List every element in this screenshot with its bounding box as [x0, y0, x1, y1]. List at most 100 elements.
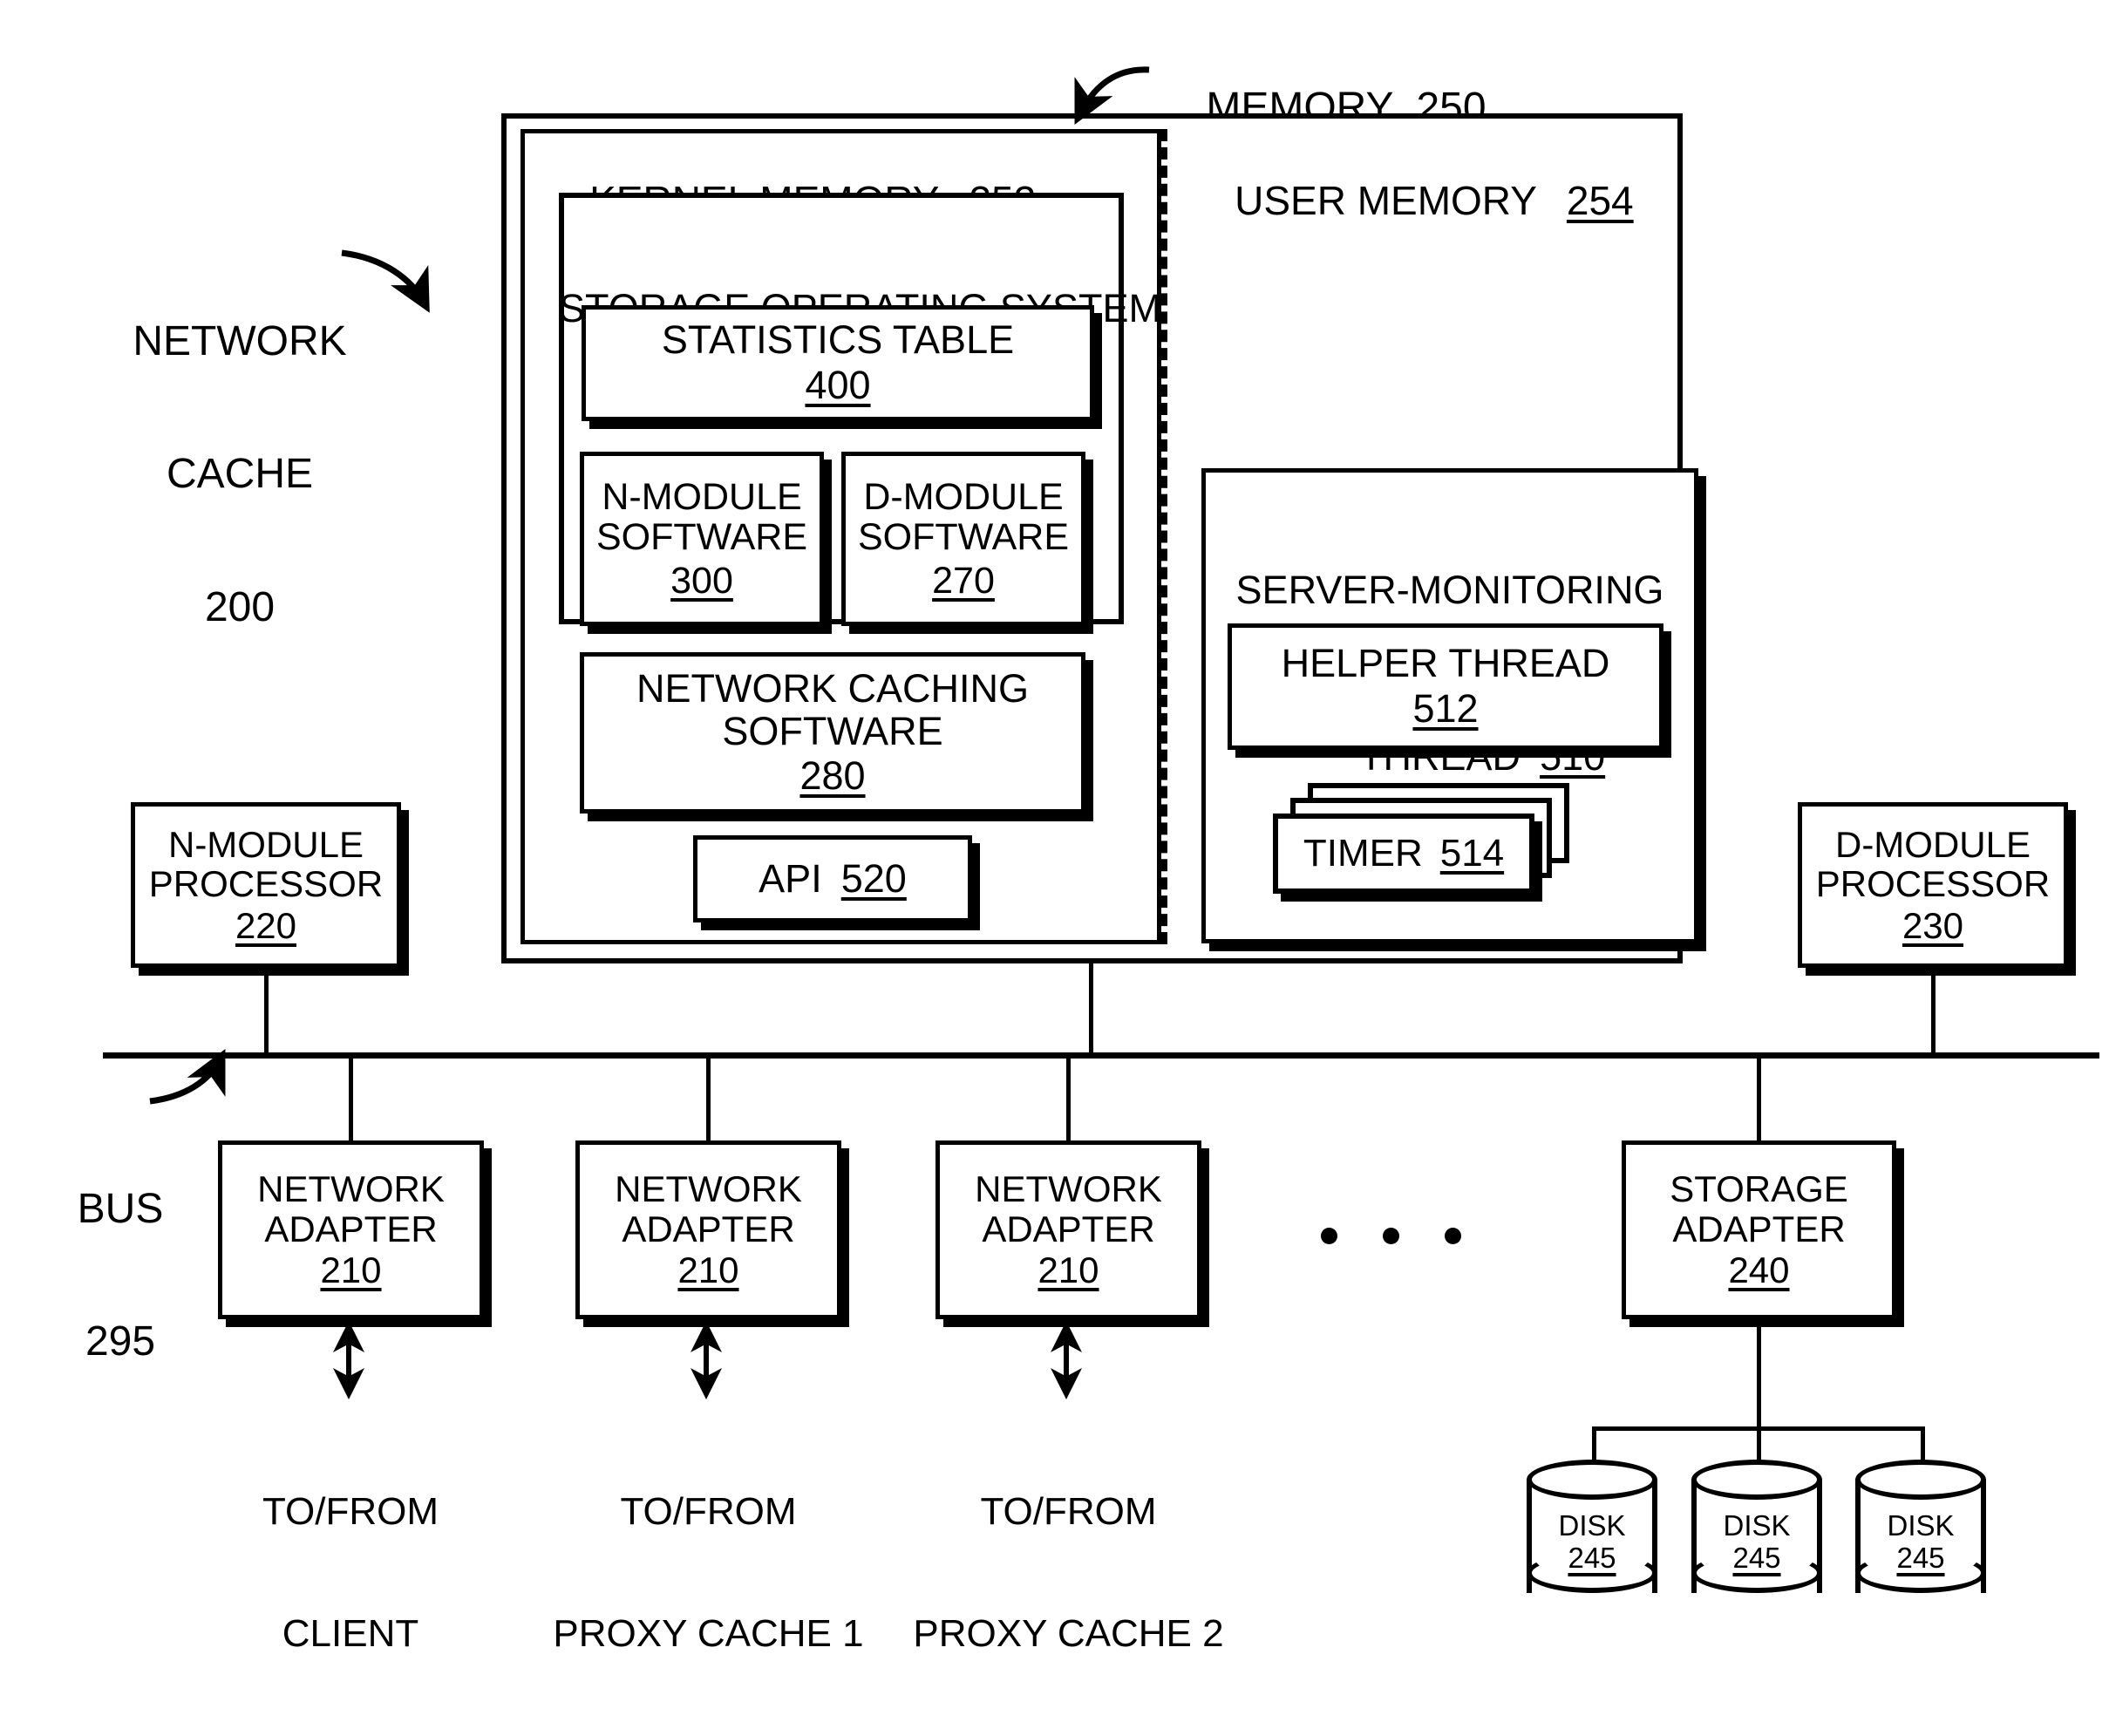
- network-adapter-3-line2: ADAPTER: [982, 1208, 1155, 1249]
- disk-3-label-group: DISK 245: [1855, 1509, 1986, 1575]
- n-module-software-box[interactable]: N-MODULE SOFTWARE 300: [580, 452, 824, 626]
- d-module-software-ref: 270: [932, 559, 995, 602]
- d-module-processor-ref: 230: [1902, 904, 1964, 946]
- sa-disk-trunk: [1757, 1319, 1761, 1428]
- endpoint-label-2: TO/FROM PROXY CACHE 1: [545, 1411, 872, 1736]
- timer-box[interactable]: TIMER 514: [1273, 814, 1534, 894]
- figure-canvas: MEMORY250 NETWORK CACHE 200 BUS 295 KERN…: [0, 0, 2109, 1654]
- network-adapter-box-1[interactable]: NETWORK ADAPTER 210: [218, 1140, 484, 1319]
- adapter-ellipsis: [1321, 1228, 1461, 1244]
- user-memory-ref: 254: [1566, 177, 1634, 223]
- n-module-software-line2: SOFTWARE: [595, 516, 808, 559]
- network-cache-callout: NETWORK CACHE 200: [96, 231, 384, 719]
- statistics-table-box[interactable]: STATISTICS TABLE 400: [582, 305, 1094, 421]
- endpoint-1-line2: CLIENT: [282, 1612, 419, 1656]
- d-module-processor-line1: D-MODULE: [1834, 823, 2031, 865]
- bus-callout-arrow: [149, 1049, 226, 1105]
- network-adapter-1-line1: NETWORK: [257, 1168, 445, 1210]
- network-adapter-2-line1: NETWORK: [615, 1168, 802, 1210]
- na3-bus-connector: [1066, 1057, 1071, 1142]
- storage-adapter-ref: 240: [1728, 1249, 1790, 1291]
- n-module-software-line1: N-MODULE: [602, 475, 802, 518]
- disk-2[interactable]: DISK 245: [1691, 1460, 1822, 1612]
- network-adapter-box-2[interactable]: NETWORK ADAPTER 210: [575, 1140, 841, 1319]
- network-caching-software-line1: NETWORK CACHING: [636, 666, 1029, 711]
- storage-adapter-line2: ADAPTER: [1672, 1208, 1846, 1249]
- endpoint-3-line2: PROXY CACHE 2: [913, 1612, 1224, 1656]
- statistics-table-ref: 400: [805, 363, 871, 407]
- bus-callout: BUS 295: [51, 1099, 190, 1453]
- n-module-processor-ref: 220: [235, 904, 297, 946]
- bus-label: BUS: [77, 1185, 164, 1232]
- endpoint-2-line1: TO/FROM: [620, 1490, 797, 1534]
- storage-adapter-bus-connector: [1757, 1057, 1761, 1142]
- disk-2-top-ellipse: [1691, 1460, 1822, 1500]
- endpoint-2-line2: PROXY CACHE 1: [553, 1612, 864, 1656]
- d-module-software-line2: SOFTWARE: [857, 516, 1070, 559]
- disk-2-ref: 245: [1732, 1541, 1781, 1574]
- bus-ref: 295: [85, 1318, 156, 1365]
- network-cache-ref: 200: [204, 584, 276, 630]
- user-memory-title-text: USER MEMORY: [1235, 177, 1537, 223]
- api-ref: 520: [840, 855, 907, 901]
- endpoint-label-1: TO/FROM CLIENT: [220, 1411, 481, 1736]
- memory-bus-connector: [1089, 963, 1093, 1055]
- disk-1-label: DISK: [1558, 1509, 1626, 1542]
- d-module-processor-box[interactable]: D-MODULE PROCESSOR 230: [1798, 802, 2068, 968]
- na2-bus-connector: [706, 1057, 711, 1142]
- network-cache-line2: CACHE: [166, 451, 314, 498]
- smt-line1: SERVER-MONITORING: [1235, 568, 1664, 613]
- network-adapter-2-line2: ADAPTER: [622, 1208, 795, 1249]
- network-caching-software-box[interactable]: NETWORK CACHING SOFTWARE 280: [580, 652, 1085, 814]
- disk-1-label-group: DISK 245: [1527, 1509, 1657, 1575]
- bus-line: [103, 1052, 2099, 1059]
- n-module-processor-box[interactable]: N-MODULE PROCESSOR 220: [131, 802, 401, 968]
- network-adapter-1-ref: 210: [320, 1249, 382, 1291]
- n-processor-bus-connector: [264, 968, 269, 1055]
- storage-adapter-box[interactable]: STORAGE ADAPTER 240: [1622, 1140, 1896, 1319]
- network-adapter-box-3[interactable]: NETWORK ADAPTER 210: [935, 1140, 1201, 1319]
- network-adapter-3-ref: 210: [1037, 1249, 1099, 1291]
- disk-1[interactable]: DISK 245: [1527, 1460, 1657, 1612]
- statistics-table-title: STATISTICS TABLE: [661, 317, 1015, 363]
- ellipsis-dot-1: [1321, 1228, 1337, 1244]
- n-module-processor-line1: N-MODULE: [167, 823, 364, 865]
- d-module-processor-line2: PROCESSOR: [1815, 863, 2051, 905]
- endpoint-1-line1: TO/FROM: [262, 1490, 439, 1534]
- disk-2-label: DISK: [1723, 1509, 1791, 1542]
- disk-3[interactable]: DISK 245: [1855, 1460, 1986, 1612]
- user-memory-title: USER MEMORY 254: [1190, 137, 1678, 264]
- timer-ref: 514: [1439, 832, 1505, 875]
- d-module-software-line1: D-MODULE: [863, 475, 1064, 518]
- api-box[interactable]: API 520: [693, 835, 972, 922]
- kernel-user-divider: [1161, 129, 1167, 944]
- disk-3-label: DISK: [1887, 1509, 1955, 1542]
- endpoint-label-3: TO/FROM PROXY CACHE 2: [905, 1411, 1232, 1736]
- helper-thread-box[interactable]: HELPER THREAD 512: [1228, 623, 1663, 750]
- storage-adapter-line1: STORAGE: [1670, 1168, 1848, 1210]
- d-processor-bus-connector: [1931, 968, 1936, 1055]
- helper-thread-ref: 512: [1412, 686, 1479, 731]
- timer-title: TIMER: [1303, 832, 1423, 875]
- memory-callout-arrow: [1074, 66, 1150, 125]
- api-title: API: [759, 855, 822, 901]
- disk-3-top-ellipse: [1855, 1460, 1986, 1500]
- disk-1-top-ellipse: [1527, 1460, 1657, 1500]
- network-adapter-2-ref: 210: [677, 1249, 739, 1291]
- disk-2-label-group: DISK 245: [1691, 1509, 1822, 1575]
- na1-bus-connector: [349, 1057, 353, 1142]
- network-adapter-1-line2: ADAPTER: [264, 1208, 438, 1249]
- n-module-software-ref: 300: [670, 559, 733, 602]
- d-module-software-box[interactable]: D-MODULE SOFTWARE 270: [841, 452, 1085, 626]
- endpoint-3-line1: TO/FROM: [980, 1490, 1157, 1534]
- ellipsis-dot-3: [1445, 1228, 1461, 1244]
- n-module-processor-line2: PROCESSOR: [148, 863, 384, 905]
- network-caching-software-ref: 280: [799, 753, 866, 799]
- network-caching-software-line2: SOFTWARE: [722, 708, 943, 753]
- ellipsis-dot-2: [1383, 1228, 1399, 1244]
- disk-1-ref: 245: [1568, 1541, 1616, 1574]
- network-cache-line1: NETWORK: [133, 317, 347, 364]
- disk-3-ref: 245: [1896, 1541, 1945, 1574]
- network-adapter-3-line1: NETWORK: [975, 1168, 1162, 1210]
- helper-thread-title: HELPER THREAD: [1281, 641, 1610, 686]
